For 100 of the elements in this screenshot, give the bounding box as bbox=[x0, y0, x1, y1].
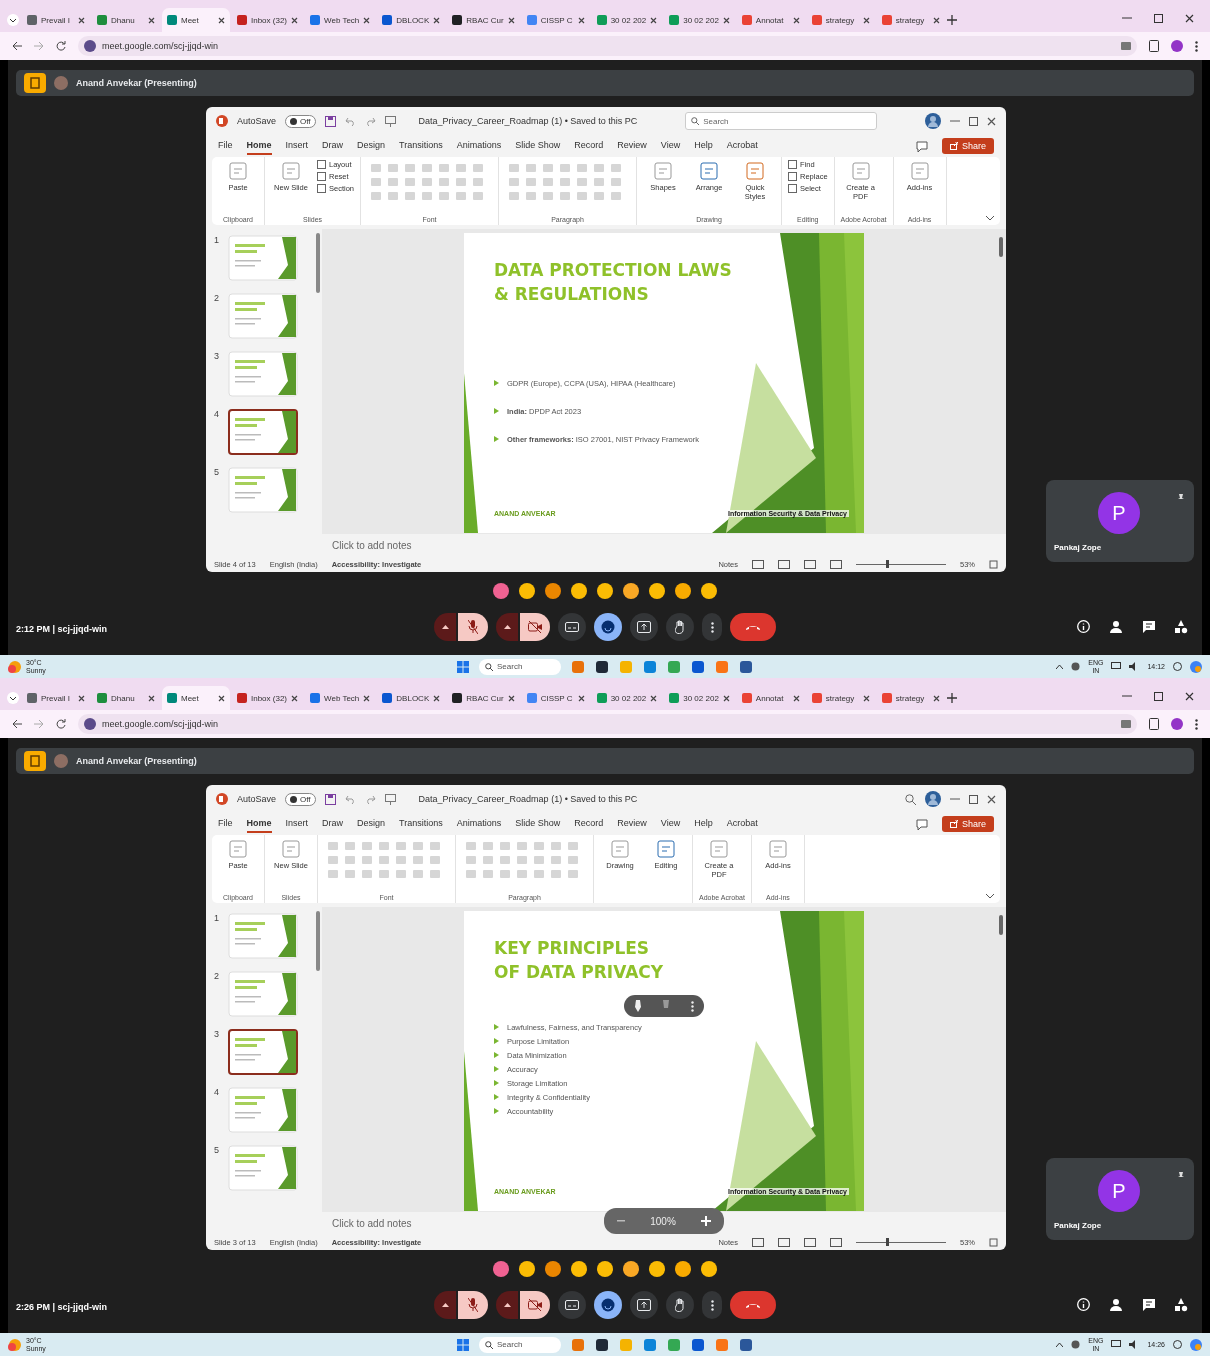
browser-tab[interactable]: 30 02 202 bbox=[591, 8, 663, 32]
zoom-slider[interactable] bbox=[856, 1238, 946, 1246]
ribbon-tab[interactable]: Acrobat bbox=[726, 137, 758, 155]
browser-tab[interactable]: strategy bbox=[876, 686, 945, 710]
ribbon-tab[interactable]: Animations bbox=[456, 815, 502, 833]
ribbon-tab[interactable]: Slide Show bbox=[515, 137, 561, 155]
microphone-button[interactable] bbox=[458, 613, 488, 641]
ribbon-tab[interactable]: Home bbox=[246, 815, 272, 833]
present-button[interactable] bbox=[630, 613, 658, 641]
ribbon-tab[interactable]: Acrobat bbox=[726, 815, 758, 833]
browser-tab[interactable]: Dhanu bbox=[92, 8, 160, 32]
ribbon-tab[interactable]: Help bbox=[694, 137, 713, 155]
browser-tab[interactable]: Annotat bbox=[736, 8, 805, 32]
browser-tab[interactable]: strategy bbox=[806, 686, 875, 710]
browser-tab[interactable]: 30 02 202 bbox=[664, 686, 735, 710]
ribbon-tab[interactable]: Transitions bbox=[399, 815, 443, 833]
browser-tab[interactable]: Inbox (32) bbox=[232, 686, 304, 710]
browser-tab[interactable]: DBLOCK bbox=[377, 8, 446, 32]
search-field[interactable]: Search bbox=[479, 658, 561, 675]
fit-slide-icon bbox=[989, 559, 998, 569]
browser-tab[interactable]: strategy bbox=[876, 8, 945, 32]
ribbon-tab[interactable]: Animations bbox=[456, 137, 502, 155]
browser-tab[interactable]: Prevail I bbox=[22, 8, 90, 32]
reactions-button[interactable] bbox=[594, 1291, 622, 1319]
slide-thumbnail[interactable] bbox=[228, 409, 298, 455]
browser-tab[interactable]: 30 02 202 bbox=[664, 8, 735, 32]
present-button[interactable] bbox=[630, 1291, 658, 1319]
ribbon-tab[interactable]: Review bbox=[617, 815, 647, 833]
activities-icon bbox=[1174, 620, 1188, 634]
app-icon bbox=[715, 1337, 729, 1352]
ribbon-tab[interactable]: Insert bbox=[285, 137, 309, 155]
browser-tab[interactable]: Web Tech bbox=[305, 8, 376, 32]
address-bar[interactable]: meet.google.com/scj-jjqd-win bbox=[78, 714, 1137, 734]
ribbon-tab[interactable]: Record bbox=[574, 137, 604, 155]
share-button[interactable]: Share bbox=[941, 138, 994, 154]
app-logo-icon bbox=[24, 751, 46, 771]
slide-thumbnail[interactable] bbox=[228, 1029, 298, 1075]
ribbon-tab[interactable]: Help bbox=[694, 815, 713, 833]
autosave-toggle[interactable]: Off bbox=[285, 792, 316, 806]
zoom-slider[interactable] bbox=[856, 560, 946, 568]
camera-button[interactable] bbox=[520, 613, 550, 641]
ribbon-tab[interactable]: Design bbox=[357, 815, 386, 833]
browser-tab[interactable]: CISSP C bbox=[521, 686, 590, 710]
autosave-toggle[interactable]: Off bbox=[285, 114, 316, 128]
address-bar[interactable]: meet.google.com/scj-jjqd-win bbox=[78, 36, 1137, 56]
ribbon-tab[interactable]: Design bbox=[357, 137, 386, 155]
browser-tab[interactable]: CISSP C bbox=[521, 8, 590, 32]
browser-tab[interactable]: RBAC Cur bbox=[447, 686, 520, 710]
raise-hand-button[interactable] bbox=[666, 613, 694, 641]
leave-call-button[interactable] bbox=[730, 1291, 776, 1319]
browser-tab[interactable]: Inbox (32) bbox=[232, 8, 304, 32]
options-button[interactable] bbox=[434, 1291, 456, 1319]
browser-tab[interactable]: strategy bbox=[806, 8, 875, 32]
downloads-icon bbox=[1149, 40, 1159, 52]
share-button[interactable]: Share bbox=[941, 816, 994, 832]
notes-placeholder[interactable]: Click to add notes bbox=[332, 1217, 412, 1229]
ribbon-tab[interactable]: View bbox=[660, 815, 681, 833]
captions-button[interactable] bbox=[558, 613, 586, 641]
browser-tab[interactable]: 30 02 202 bbox=[591, 686, 663, 710]
close-icon bbox=[148, 694, 155, 702]
options-button[interactable] bbox=[434, 613, 456, 641]
browser-tab[interactable]: RBAC Cur bbox=[447, 8, 520, 32]
browser-tab[interactable]: Annotat bbox=[736, 686, 805, 710]
browser-tab[interactable]: DBLOCK bbox=[377, 686, 446, 710]
leave-call-button[interactable] bbox=[730, 613, 776, 641]
ribbon-tab[interactable]: Home bbox=[246, 137, 272, 155]
ribbon-tab[interactable]: View bbox=[660, 137, 681, 155]
forward-icon bbox=[34, 719, 44, 729]
captions-button[interactable] bbox=[558, 1291, 586, 1319]
browser-tab[interactable]: Web Tech bbox=[305, 686, 376, 710]
more-options-button[interactable] bbox=[702, 613, 722, 641]
ribbon-tab[interactable]: Review bbox=[617, 137, 647, 155]
close-icon bbox=[792, 16, 800, 24]
ribbon-tab[interactable]: Insert bbox=[285, 815, 309, 833]
browser-tab[interactable]: Meet bbox=[162, 8, 230, 32]
people-icon bbox=[1108, 620, 1124, 633]
ribbon-tab[interactable]: Slide Show bbox=[515, 815, 561, 833]
ribbon-tab[interactable]: File bbox=[218, 815, 233, 833]
ribbon-tab[interactable]: Record bbox=[574, 815, 604, 833]
options-button[interactable] bbox=[496, 1291, 518, 1319]
tab-list-icon bbox=[6, 13, 20, 27]
camera-button[interactable] bbox=[520, 1291, 550, 1319]
browser-tab[interactable]: Prevail I bbox=[22, 686, 90, 710]
chevron-up-icon bbox=[1056, 664, 1064, 669]
search-field[interactable]: Search bbox=[479, 1336, 561, 1353]
ribbon-tab[interactable]: Draw bbox=[322, 137, 344, 155]
browser-tab[interactable]: Meet bbox=[162, 686, 230, 710]
ribbon-tab[interactable]: Transitions bbox=[399, 137, 443, 155]
search-field[interactable]: Search bbox=[685, 112, 878, 130]
ribbon-tab[interactable]: Draw bbox=[322, 815, 344, 833]
raise-hand-button[interactable] bbox=[666, 1291, 694, 1319]
close-icon bbox=[433, 694, 441, 702]
browser-tab[interactable]: Dhanu bbox=[92, 686, 160, 710]
notes-placeholder[interactable]: Click to add notes bbox=[332, 539, 412, 551]
microphone-button[interactable] bbox=[458, 1291, 488, 1319]
more-options-button[interactable] bbox=[702, 1291, 722, 1319]
options-button[interactable] bbox=[496, 613, 518, 641]
ribbon-icon bbox=[610, 839, 630, 859]
ribbon-tab[interactable]: File bbox=[218, 137, 233, 155]
reactions-button[interactable] bbox=[594, 613, 622, 641]
